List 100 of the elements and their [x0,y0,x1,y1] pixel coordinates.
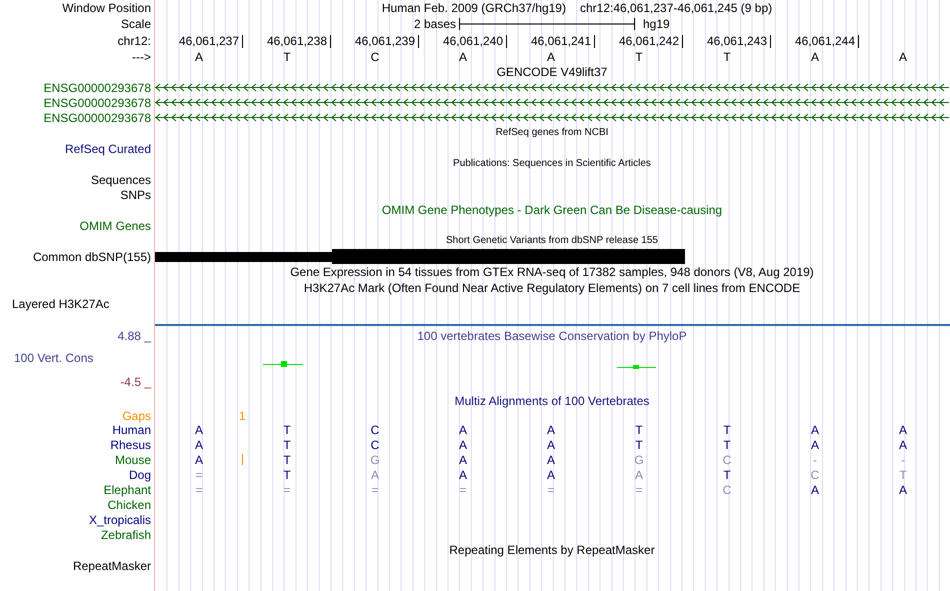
ruler-position: 46,061,243 [706,35,767,47]
species-label: Human [112,424,151,436]
aligned-base: C [722,452,732,466]
row-label: Scale [120,18,151,30]
aligned-base: - [901,452,905,466]
aligned-base: C [810,468,820,482]
aligned-base: C [722,482,732,496]
track-label[interactable]: SNPs [120,188,151,200]
aligned-base: A [370,468,379,482]
track-title: OMIM Gene Phenotypes - Dark Green Can Be Disease-causing [380,204,724,216]
position-range: chr12:46,061,237-46,061,245 (9 bp) [580,2,772,14]
track-label[interactable]: RefSeq Curated [64,142,151,154]
aligned-base: = [195,468,202,482]
track-label: Gaps [122,410,151,422]
scale-text: 2 bases [414,17,456,31]
base-letter: T [283,50,291,64]
track-label[interactable]: Common dbSNP(155) [32,250,151,262]
aligned-base: = [195,482,202,496]
aligned-base: T [899,468,907,482]
species-label: Elephant [104,484,151,496]
ruler-position: 46,061,244 [794,35,855,47]
ruler-tick [770,34,771,48]
aligned-base: A [898,438,907,452]
aligned-base: A [458,452,467,466]
aligned-base: G [370,452,380,466]
axis-max: 4.88 _ [116,330,152,342]
base-letter: C [370,50,380,64]
species-label: Rhesus [110,438,151,450]
track-label[interactable]: 100 Vert. Cons [0,352,155,364]
ruler-position: 46,061,238 [266,35,327,47]
aligned-base: T [283,438,291,452]
gene-label[interactable]: ENSG00000293678 [44,96,151,108]
aligned-base: A [194,438,203,452]
aligned-base: A [194,422,203,436]
aligned-base: = [635,482,642,496]
species-label: Chicken [108,498,151,510]
ruler-tick [594,34,595,48]
aligned-base: T [283,468,291,482]
aligned-base: G [634,452,644,466]
track-label[interactable]: Sequences [90,174,151,186]
base-letter: T [723,50,731,64]
ruler-position: 46,061,239 [354,35,415,47]
species-label: Mouse [114,454,151,466]
assembly-title: Human Feb. 2009 (GRCh37/hg19) [382,2,566,14]
aligned-base: A [898,482,907,496]
aligned-base: T [723,422,731,436]
ruler-tick [858,34,859,48]
species-label: Dog [128,468,151,480]
ruler-tick [506,34,507,48]
aligned-base: A [810,482,819,496]
track-title: Repeating Elements by RepeatMasker [448,544,656,556]
aligned-base: A [546,438,555,452]
track-title: Multiz Alignments of 100 Vertebrates [454,395,650,407]
aligned-base: A [546,422,555,436]
track-title: Gene Expression in 54 tissues from GTEx RNA-seq of 17382 samples, 948 donors (V8, Aug 2019) [289,266,815,278]
aligned-base: A [810,438,819,452]
aligned-base: A [194,452,203,466]
ruler-tick [242,34,243,48]
track-label[interactable]: Layered H3K27Ac [12,298,110,310]
base-letter: A [194,50,203,64]
track-title: GENCODE V49lift37 [496,66,608,78]
gene-label[interactable]: ENSG00000293678 [44,112,151,124]
aligned-base: T [283,422,291,436]
aligned-base: C [370,438,380,452]
row-label: Window Position [62,2,151,14]
ruler-tick [330,34,331,48]
ruler-position: 46,061,240 [442,35,503,47]
track-title: H3K27Ac Mark (Often Found Near Active Regulatory Elements) on 7 cell lines from ENCODE [302,282,802,294]
base-letter: A [546,50,555,64]
aligned-base: A [634,468,643,482]
aligned-base: = [283,482,290,496]
aligned-base: T [723,438,731,452]
track-label[interactable]: OMIM Genes [80,220,151,232]
track-title: 100 vertebrates Basewise Conservation by PhyloP [417,330,687,342]
assembly-name: hg19 [642,18,670,30]
gap-count: 1 [238,410,246,422]
aligned-base: - [813,452,817,466]
aligned-base: T [635,438,643,452]
track-title: RefSeq genes from NCBI [494,128,610,138]
aligned-base: A [810,422,819,436]
aligned-base: T [723,468,731,482]
track-title: Short Genetic Variants from dbSNP release 155 [445,236,659,246]
axis-min: -4.5 _ [119,376,152,388]
aligned-base: A [458,468,467,482]
species-label: Zebrafish [100,528,151,540]
aligned-base: A [546,468,555,482]
track-label[interactable]: RepeatMasker [72,560,151,572]
row-label: chr12: [118,35,151,47]
aligned-base: T [283,452,291,466]
ruler-position: 46,061,241 [530,35,591,47]
ruler-tick [418,34,419,48]
base-letter: A [810,50,819,64]
ruler-position: 46,061,237 [178,35,239,47]
gene-label[interactable]: ENSG00000293678 [44,82,151,94]
ruler-position: 46,061,242 [618,35,679,47]
species-label: X_tropicalis [88,514,151,526]
aligned-base: = [371,482,378,496]
aligned-base: A [546,452,555,466]
aligned-base: A [458,422,467,436]
aligned-base: A [898,422,907,436]
